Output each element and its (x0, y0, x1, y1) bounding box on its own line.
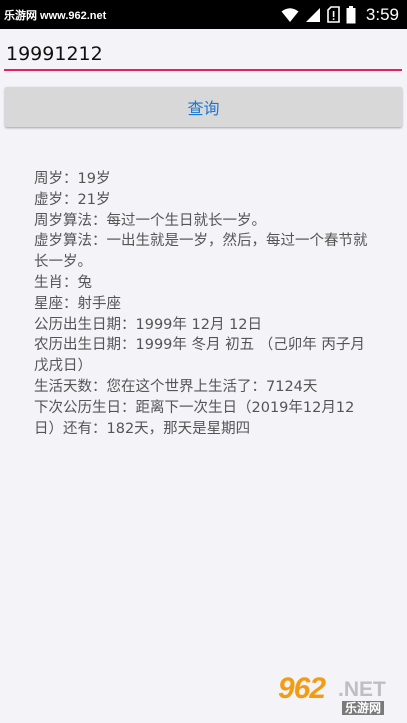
result-next-birthday: 下次公历生日：距离下一次生日（2019年12月12日）还有：182天，那天是星期… (34, 399, 355, 437)
site-logo: 962 .NET 乐游网 (276, 672, 402, 716)
logo-suffix: .NET (338, 678, 386, 701)
wifi-icon (281, 7, 299, 22)
logo-number: 962 (278, 672, 326, 705)
site-watermark: 乐游网 www.962.net (4, 10, 107, 22)
birthdate-field-wrap (4, 38, 404, 72)
result-constellation: 星座：射手座 (34, 295, 121, 312)
result-age-method: 周岁算法：每过一个生日就长一岁。 (34, 212, 266, 229)
signal-icon (305, 7, 320, 22)
result-days-lived: 生活天数：您在这个世界上生活了：7124天 (34, 378, 318, 395)
result-zodiac: 生肖：兔 (34, 274, 92, 291)
query-button[interactable]: 查询 (5, 87, 402, 127)
status-clock: 3:59 (365, 4, 399, 24)
no-sim-icon (327, 6, 340, 23)
status-icons: 3:59 (281, 4, 399, 25)
battery-icon (346, 5, 356, 23)
result-nominal-age: 虚岁：21岁 (34, 191, 111, 208)
status-bar: 乐游网 www.962.net 3:59 (0, 0, 407, 29)
input-underline (4, 69, 402, 71)
birthdate-input[interactable] (4, 38, 404, 70)
logo-chinese: 乐游网 (342, 701, 385, 715)
result-nominal-age-method: 虚岁算法：一出生就是一岁，然后，每过一个春节就长一岁。 (34, 233, 368, 271)
result-lunar-birthdate: 农历出生日期：1999年 冬月 初五 （己卯年 丙子月 戊戌日） (34, 337, 365, 375)
result-age: 周岁：19岁 (34, 171, 111, 187)
result-solar-birthdate: 公历出生日期：1999年 12月 12日 (34, 316, 263, 333)
result-panel: 周岁：19岁 虚岁：21岁 周岁算法：每过一个生日就长一岁。 虚岁算法：一出生就… (34, 169, 376, 439)
